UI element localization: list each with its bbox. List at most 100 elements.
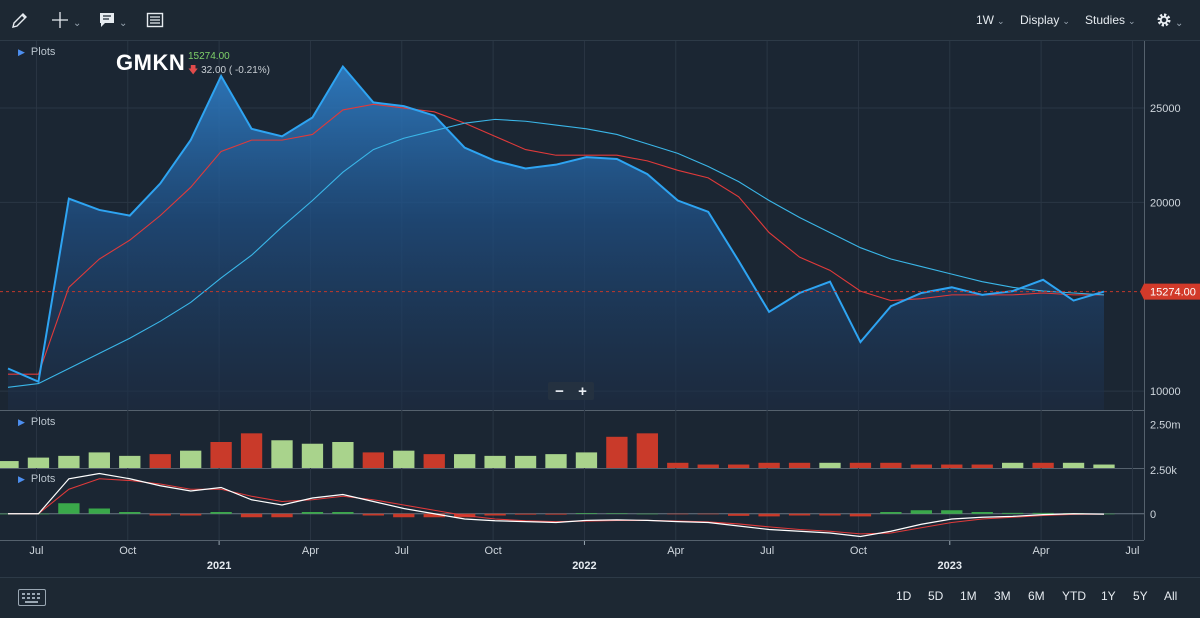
x-axis-month-label: Apr [302, 545, 319, 557]
range-button-1d[interactable]: 1D [896, 589, 911, 603]
studies-dropdown[interactable]: Studies ⌄ [1085, 13, 1136, 27]
price-plots-toggle[interactable]: ▶ Plots [18, 46, 55, 58]
macd-histogram-bar [271, 513, 293, 518]
volume-bar [58, 455, 80, 468]
macd-histogram-bar [240, 513, 263, 518]
footer-bar: 1D 5D 1M 3M 6M YTD 1Y 5Y All [0, 577, 1200, 618]
volume-bar [1002, 462, 1024, 468]
macd-histogram-bar [880, 512, 902, 514]
volume-bar [788, 462, 811, 468]
macd-histogram-bar [1002, 512, 1024, 514]
x-axis-month-label: Jul [29, 545, 43, 557]
ticker-symbol: GMKN [116, 50, 186, 75]
range-button-1y[interactable]: 1Y [1101, 589, 1116, 603]
x-axis-year-label: 2022 [572, 560, 596, 572]
chart-area[interactable]: 25000 20000 10000 15274.00 2.50m 2.50k 0 Jul Oct… [0, 41, 1200, 577]
last-price-tag-label: 15274.00 [1150, 287, 1196, 299]
macd-histogram-bar [971, 512, 993, 514]
last-price: 15274.00 [188, 51, 230, 62]
volume-bar [514, 455, 537, 468]
volume-bar [0, 461, 19, 468]
list-icon[interactable] [146, 8, 164, 32]
volume-bar [1062, 462, 1085, 468]
macd-axis-tick-label: 2.50k [1150, 465, 1177, 477]
range-button-1m[interactable]: 1M [960, 589, 977, 603]
macd-histogram-bar [849, 513, 872, 517]
price-axis-tick-label: 20000 [1150, 197, 1181, 209]
crosshair-tool-button[interactable]: ⌄ [50, 8, 81, 32]
display-label: Display [1020, 13, 1060, 27]
macd-histogram-bar [393, 513, 415, 518]
volume-bar [971, 464, 993, 468]
range-button-6m[interactable]: 6M [1028, 589, 1045, 603]
volume-bar [606, 436, 628, 468]
chevron-down-icon: ⌄ [997, 16, 1005, 26]
volume-bar [301, 443, 324, 468]
volume-bar [180, 450, 202, 468]
chevron-down-icon: ⌄ [1175, 17, 1184, 29]
volume-bar [880, 462, 902, 468]
x-axis-month-label: Oct [119, 545, 136, 557]
range-button-5y[interactable]: 5Y [1133, 589, 1148, 603]
zoom-out-button[interactable]: − [555, 384, 564, 399]
chevron-down-icon: ⌄ [1128, 16, 1136, 26]
macd-histogram-bar [88, 508, 110, 514]
display-dropdown[interactable]: Display ⌄ [1020, 13, 1070, 27]
x-axis-month-label: Jul [1125, 545, 1139, 557]
x-axis-month-label: Jul [395, 545, 409, 557]
interval-dropdown[interactable]: 1W ⌄ [976, 13, 1005, 27]
crosshair-icon [52, 12, 68, 28]
studies-label: Studies [1085, 13, 1126, 27]
volume-bar [575, 452, 598, 468]
range-button-ytd[interactable]: YTD [1062, 589, 1086, 603]
volume-bar [271, 440, 293, 468]
volume-bar [545, 454, 567, 468]
chevron-down-icon: ⌄ [1062, 16, 1070, 26]
macd-histogram-bar [514, 513, 537, 515]
price-area-fill [8, 66, 1104, 411]
macd-histogram-bar [910, 510, 932, 514]
comment-icon [100, 13, 114, 27]
range-button-3m[interactable]: 3M [994, 589, 1011, 603]
volume-bar [362, 452, 384, 468]
chevron-down-icon: ⌄ [73, 17, 82, 29]
range-button-5d[interactable]: 5D [928, 589, 943, 603]
volume-bar [88, 452, 110, 468]
macd-histogram-bar [575, 513, 598, 514]
plots-label: Plots [30, 473, 56, 485]
volume-bar [210, 442, 232, 468]
x-axis-year-label: 2021 [207, 560, 231, 572]
volume-bar [27, 457, 50, 468]
macd-signal-line [8, 478, 1105, 535]
chart-svg[interactable]: 25000 20000 10000 15274.00 2.50m 2.50k 0 Jul Oct… [0, 41, 1200, 577]
plots-label: Plots [30, 46, 56, 58]
macd-histogram-bar [941, 510, 963, 514]
keyboard-icon[interactable] [18, 589, 46, 606]
comment-tool-button[interactable]: ⌄ [98, 8, 127, 32]
macd-histogram-bar [606, 513, 628, 514]
volume-axis-tick-label: 2.50m [1150, 420, 1181, 432]
x-axis-month-label: Apr [667, 545, 684, 557]
macd-histogram-bar [301, 512, 324, 514]
price-axis-tick-label: 25000 [1150, 103, 1181, 115]
volume-bar [849, 462, 872, 468]
volume-bar [910, 464, 932, 468]
x-axis-month-label: Jul [760, 545, 774, 557]
volume-bar [119, 455, 141, 468]
volume-bar [423, 454, 445, 468]
macd-histogram-bar [819, 513, 841, 516]
volume-bar [728, 464, 750, 468]
x-axis-month-label: Apr [1033, 545, 1050, 557]
volume-plots-toggle[interactable]: ▶ Plots [18, 416, 55, 428]
volume-bar [819, 462, 841, 468]
chevron-down-icon: ⌄ [119, 17, 128, 29]
plots-label: Plots [30, 416, 56, 428]
pencil-icon[interactable] [10, 8, 30, 32]
macd-plots-toggle[interactable]: ▶ Plots [18, 473, 55, 485]
range-button-all[interactable]: All [1164, 589, 1177, 603]
macd-histogram-bar [667, 513, 689, 515]
macd-histogram-bar [210, 512, 232, 514]
zoom-in-button[interactable]: + [578, 384, 587, 399]
settings-button[interactable]: ⌄ [1156, 8, 1183, 32]
x-axis-month-label: Oct [850, 545, 867, 557]
